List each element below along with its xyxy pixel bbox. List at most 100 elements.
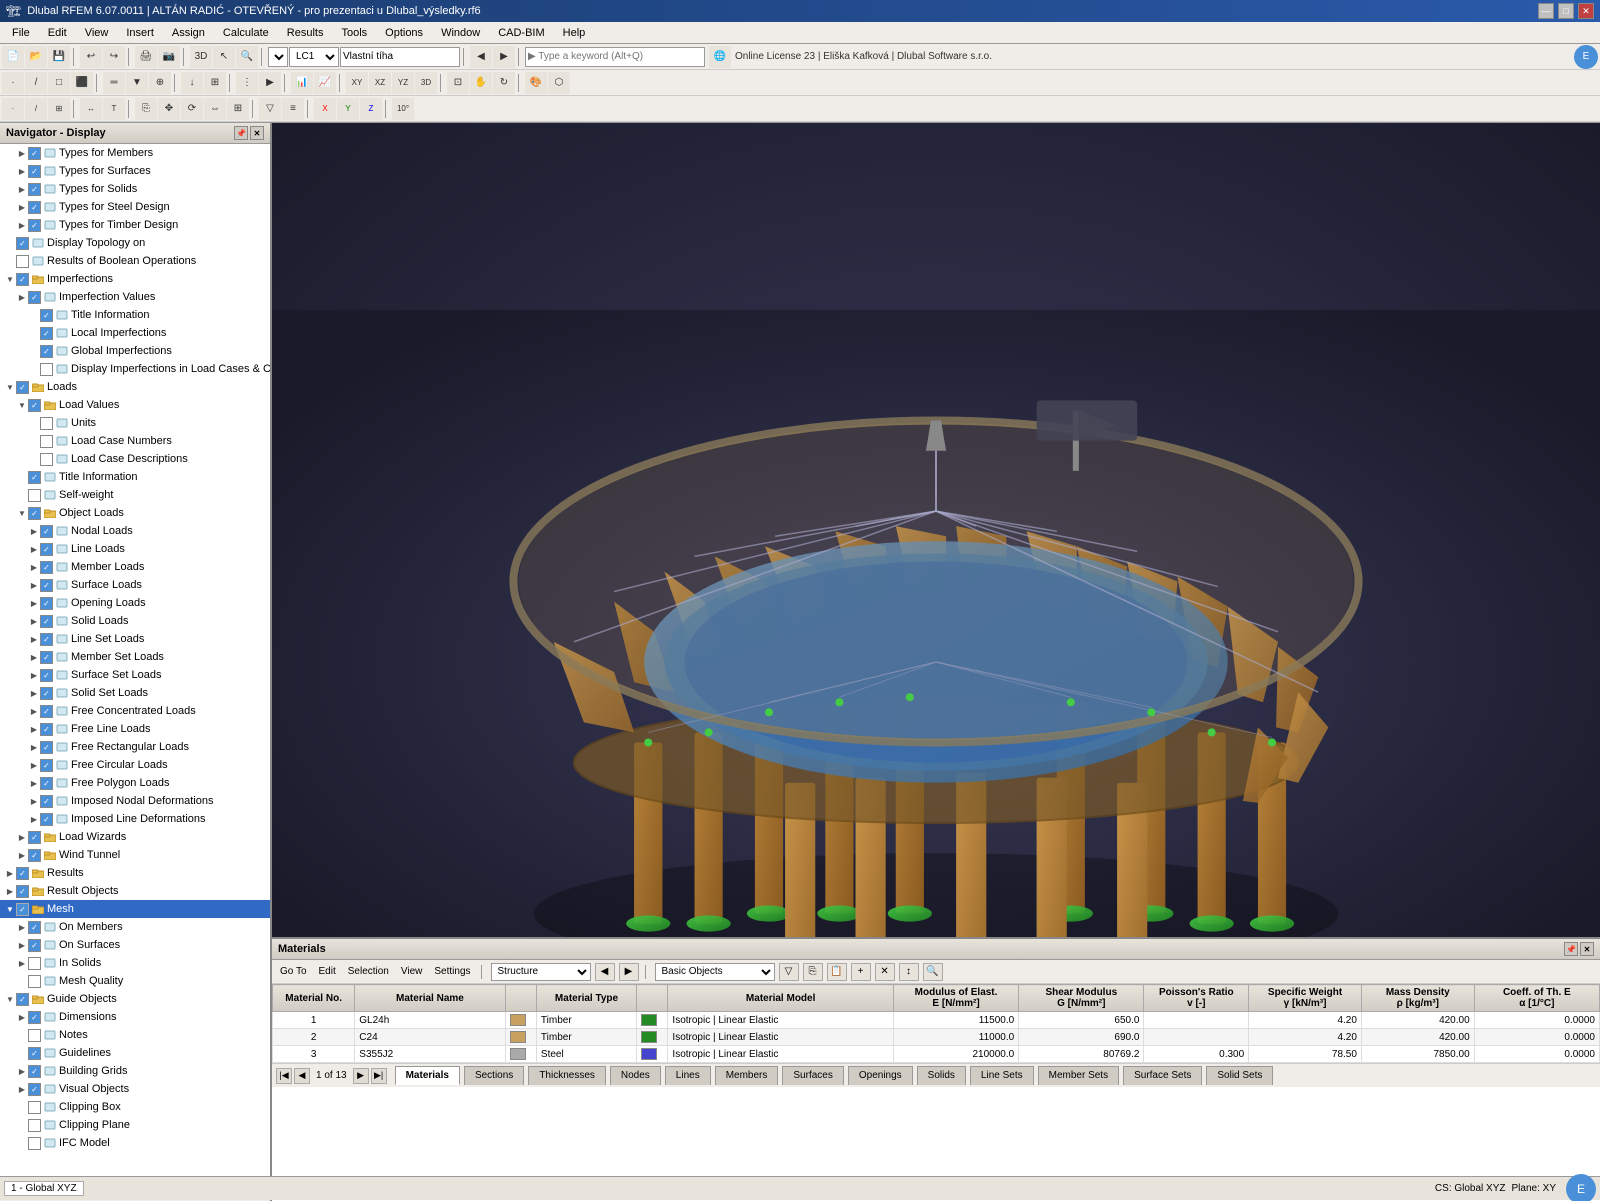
checkbox-free-poly-loads[interactable] [40, 777, 53, 790]
expand-icon-free-circ-loads[interactable]: ▶ [28, 759, 40, 771]
expand-icon-results[interactable]: ▶ [4, 867, 16, 879]
tb-btn-zoom[interactable]: 🔍 [236, 46, 258, 68]
expand-icon-wind-tunnel[interactable]: ▶ [16, 849, 28, 861]
menu-window[interactable]: Window [433, 25, 488, 41]
nav-item-free-line-loads[interactable]: ▶Free Line Loads [0, 720, 270, 738]
menu-tools[interactable]: Tools [333, 25, 375, 41]
viewport-3d[interactable]: Materials 📌 ✕ Go To Edit Selection View … [272, 123, 1600, 1201]
menu-options[interactable]: Options [377, 25, 431, 41]
load-btn[interactable]: ↓ [181, 72, 203, 94]
load-name-input[interactable] [340, 47, 460, 67]
checkbox-line-loads[interactable] [40, 543, 53, 556]
expand-icon-free-conc-loads[interactable]: ▶ [28, 705, 40, 717]
nav-item-mesh[interactable]: ▼Mesh [0, 900, 270, 918]
expand-icon-solid-set-loads[interactable]: ▶ [28, 687, 40, 699]
nav-item-solid-loads[interactable]: ▶Solid Loads [0, 612, 270, 630]
checkbox-display-imperfections[interactable] [40, 363, 53, 376]
snap-grid[interactable]: ⊞ [48, 98, 70, 120]
expand-icon-on-surfaces[interactable]: ▶ [16, 939, 28, 951]
nav-item-guide-objects[interactable]: ▼Guide Objects [0, 990, 270, 1008]
expand-icon-self-weight[interactable] [16, 489, 28, 501]
checkbox-on-surfaces[interactable] [28, 939, 41, 952]
checkbox-types-surfaces[interactable] [28, 165, 41, 178]
nav-item-result-objects[interactable]: ▶Result Objects [0, 882, 270, 900]
checkbox-imperfections[interactable] [16, 273, 29, 286]
new-button[interactable]: 📄 [2, 46, 24, 68]
checkbox-visual-objects[interactable] [28, 1083, 41, 1096]
undo-button[interactable]: ↩ [80, 46, 102, 68]
checkbox-guide-objects[interactable] [16, 993, 29, 1006]
tab-solids[interactable]: Solids [917, 1066, 966, 1085]
global-y-btn[interactable]: Y [337, 98, 359, 120]
nav-item-notes[interactable]: Notes [0, 1026, 270, 1044]
view-yz[interactable]: YZ [392, 72, 414, 94]
checkbox-mesh-quality[interactable] [28, 975, 41, 988]
expand-icon-guidelines[interactable] [16, 1047, 28, 1059]
nav-item-guidelines[interactable]: Guidelines [0, 1044, 270, 1062]
checkbox-boolean-results[interactable] [16, 255, 29, 268]
checkbox-member-loads[interactable] [40, 561, 53, 574]
tab-solid-sets[interactable]: Solid Sets [1206, 1066, 1273, 1085]
checkbox-solid-loads[interactable] [40, 615, 53, 628]
rotate-btn[interactable]: ↻ [493, 72, 515, 94]
hinge-btn[interactable]: ⊕ [149, 72, 171, 94]
expand-icon-clipping-box[interactable] [16, 1101, 28, 1113]
tb-btn-select[interactable]: ↖ [213, 46, 235, 68]
deg-btn[interactable]: 10° [392, 98, 414, 120]
nav-item-solid-set-loads[interactable]: ▶Solid Set Loads [0, 684, 270, 702]
tb-btn-3d[interactable]: 3D [190, 46, 212, 68]
print-button[interactable]: 🖨 [135, 46, 157, 68]
expand-icon-load-case-numbers[interactable] [28, 435, 40, 447]
member-btn[interactable]: ═ [103, 72, 125, 94]
first-page-btn[interactable]: |◀ [276, 1068, 292, 1084]
rotate2-btn[interactable]: ⟳ [181, 98, 203, 120]
nav-item-surface-loads[interactable]: ▶Surface Loads [0, 576, 270, 594]
checkbox-free-rect-loads[interactable] [40, 741, 53, 754]
nav-item-types-solids[interactable]: ▶Types for Solids [0, 180, 270, 198]
expand-icon-member-loads[interactable]: ▶ [28, 561, 40, 573]
nav-item-load-values[interactable]: ▼Load Values [0, 396, 270, 414]
checkbox-load-wizards[interactable] [28, 831, 41, 844]
nav-item-load-case-desc[interactable]: Load Case Descriptions [0, 450, 270, 468]
expand-icon-dimensions[interactable]: ▶ [16, 1011, 28, 1023]
expand-icon-notes[interactable] [16, 1029, 28, 1041]
pan-btn[interactable]: ✋ [470, 72, 492, 94]
nav-item-imperfection-values[interactable]: ▶Imperfection Values [0, 288, 270, 306]
copy-row-btn[interactable]: ⎘ [803, 963, 823, 981]
checkbox-notes[interactable] [28, 1029, 41, 1042]
settings-menu[interactable]: Settings [430, 965, 474, 978]
mesh-btn[interactable]: ⋮ [236, 72, 258, 94]
search-online-btn[interactable]: 🌐 [709, 46, 731, 68]
nav-item-wind-tunnel[interactable]: ▶Wind Tunnel [0, 846, 270, 864]
paste-row-btn[interactable]: 📋 [827, 963, 847, 981]
layer-btn[interactable]: ≡ [282, 98, 304, 120]
line-btn[interactable]: / [25, 72, 47, 94]
expand-icon-surface-loads[interactable]: ▶ [28, 579, 40, 591]
expand-icon-solid-loads[interactable]: ▶ [28, 615, 40, 627]
view-3d[interactable]: 3D [415, 72, 437, 94]
nav-item-line-set-loads[interactable]: ▶Line Set Loads [0, 630, 270, 648]
checkbox-imposed-nodal-def[interactable] [40, 795, 53, 808]
render-btn[interactable]: 🎨 [525, 72, 547, 94]
result-btn[interactable]: 📊 [291, 72, 313, 94]
panel-close-btn[interactable]: ✕ [1580, 942, 1594, 956]
cell-name[interactable]: C24 [355, 1029, 505, 1046]
status-coordinate-system[interactable]: 1 - Global XYZ [4, 1181, 84, 1196]
close-button[interactable]: ✕ [1578, 3, 1594, 19]
nav-item-free-conc-loads[interactable]: ▶Free Concentrated Loads [0, 702, 270, 720]
nav-item-title-info-loads[interactable]: Title Information [0, 468, 270, 486]
menu-file[interactable]: File [4, 25, 38, 41]
expand-icon-on-members[interactable]: ▶ [16, 921, 28, 933]
expand-icon-clipping-plane[interactable] [16, 1119, 28, 1131]
checkbox-on-members[interactable] [28, 921, 41, 934]
view-xy[interactable]: XY [346, 72, 368, 94]
tab-lines[interactable]: Lines [665, 1066, 711, 1085]
checkbox-line-set-loads[interactable] [40, 633, 53, 646]
dim-btn[interactable]: ↔ [80, 98, 102, 120]
window-controls[interactable]: — □ ✕ [1538, 3, 1594, 19]
expand-icon-title-info-imp[interactable] [28, 309, 40, 321]
nav-item-clipping-box[interactable]: Clipping Box [0, 1098, 270, 1116]
nav-item-building-grids[interactable]: ▶Building Grids [0, 1062, 270, 1080]
snap-node[interactable]: · [2, 98, 24, 120]
nav-item-member-set-loads[interactable]: ▶Member Set Loads [0, 648, 270, 666]
